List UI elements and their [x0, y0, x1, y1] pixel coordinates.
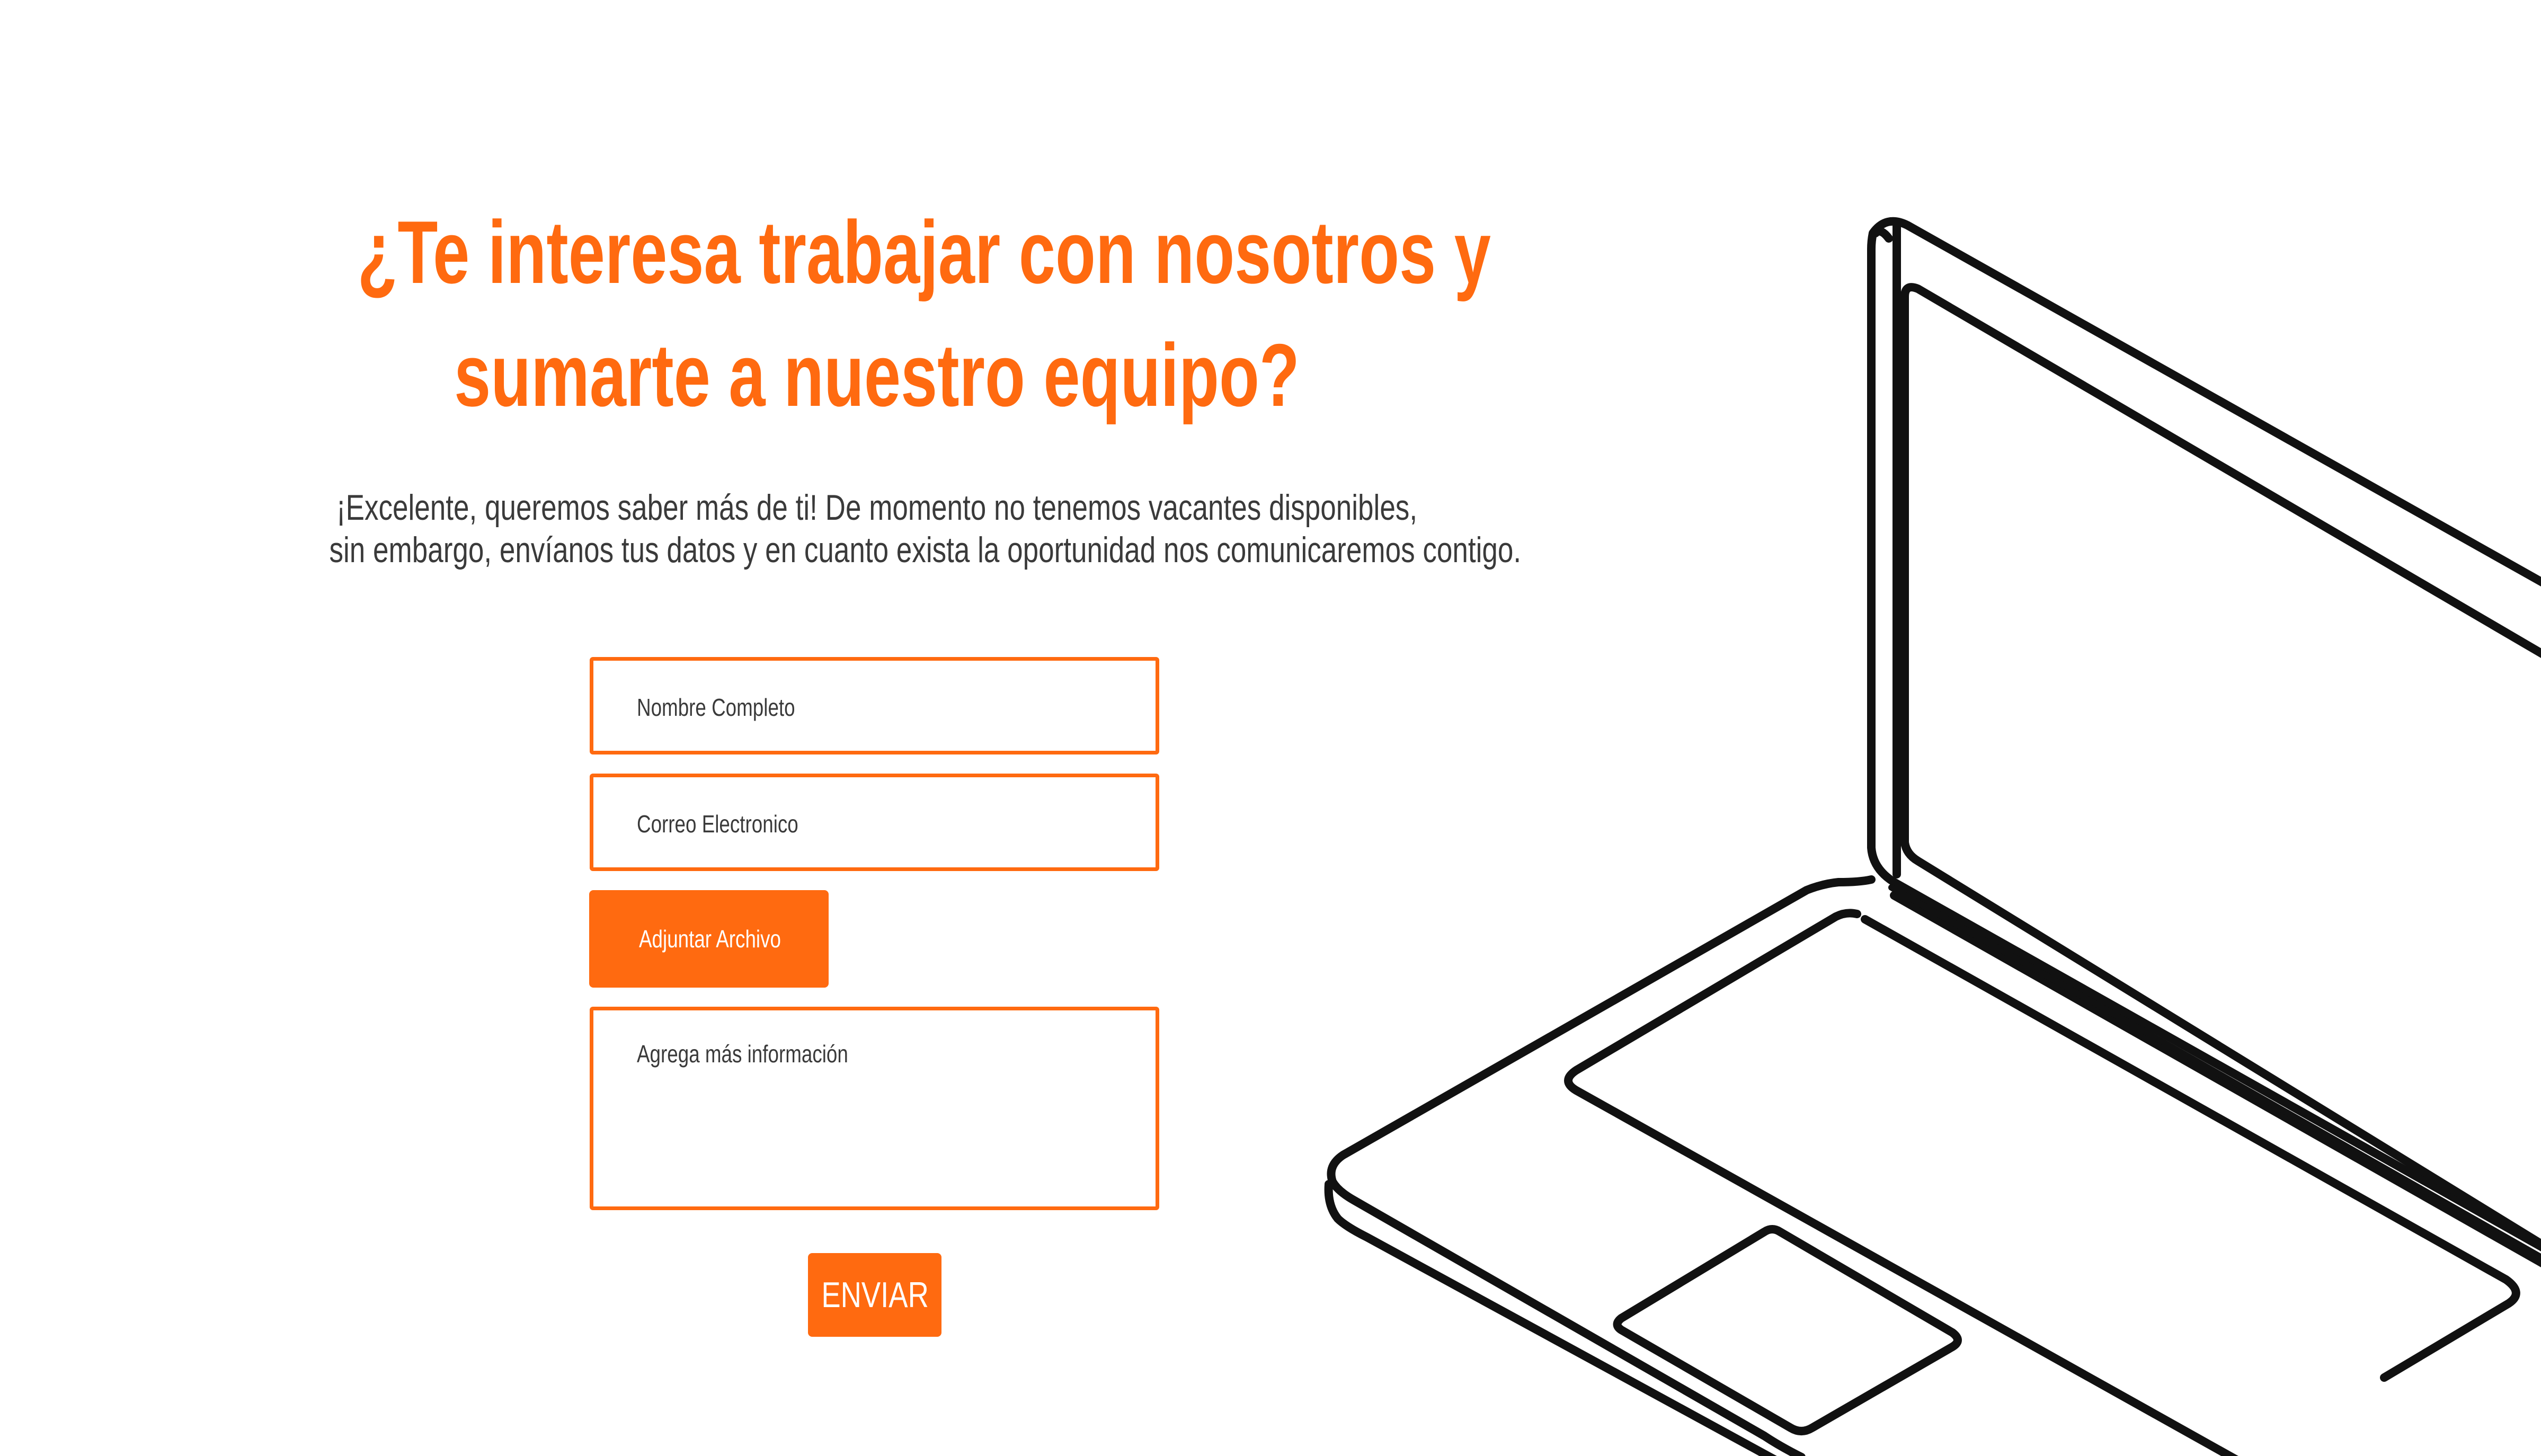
- full-name-input[interactable]: Nombre Completo: [590, 657, 1159, 754]
- attach-file-label: Adjuntar Archivo: [639, 925, 781, 953]
- page-subtitle: ¡Excelente, queremos saber más de ti! De…: [329, 486, 1522, 571]
- page-title-line-1: ¿Te interesa trabajar con nosotros y: [357, 202, 1491, 302]
- submit-button[interactable]: ENVIAR: [808, 1253, 941, 1337]
- submit-label: ENVIAR: [821, 1275, 929, 1315]
- page-title: ¿Te interesa trabajar con nosotros y sum…: [357, 191, 1491, 437]
- email-input[interactable]: Correo Electronico: [590, 774, 1159, 871]
- page: ¿Te interesa trabajar con nosotros y sum…: [0, 0, 2541, 1456]
- page-subtitle-line-2: sin embargo, envíanos tus datos y en cua…: [329, 530, 1522, 570]
- page-subtitle-line-1: ¡Excelente, queremos saber más de ti! De…: [336, 487, 1418, 528]
- attach-file-button[interactable]: Adjuntar Archivo: [589, 890, 829, 988]
- more-info-placeholder: Agrega más información: [637, 1040, 848, 1068]
- email-placeholder: Correo Electronico: [637, 810, 798, 838]
- more-info-textarea[interactable]: Agrega más información: [590, 1007, 1159, 1210]
- full-name-placeholder: Nombre Completo: [637, 694, 795, 721]
- page-title-line-2: sumarte a nuestro equipo?: [454, 325, 1300, 425]
